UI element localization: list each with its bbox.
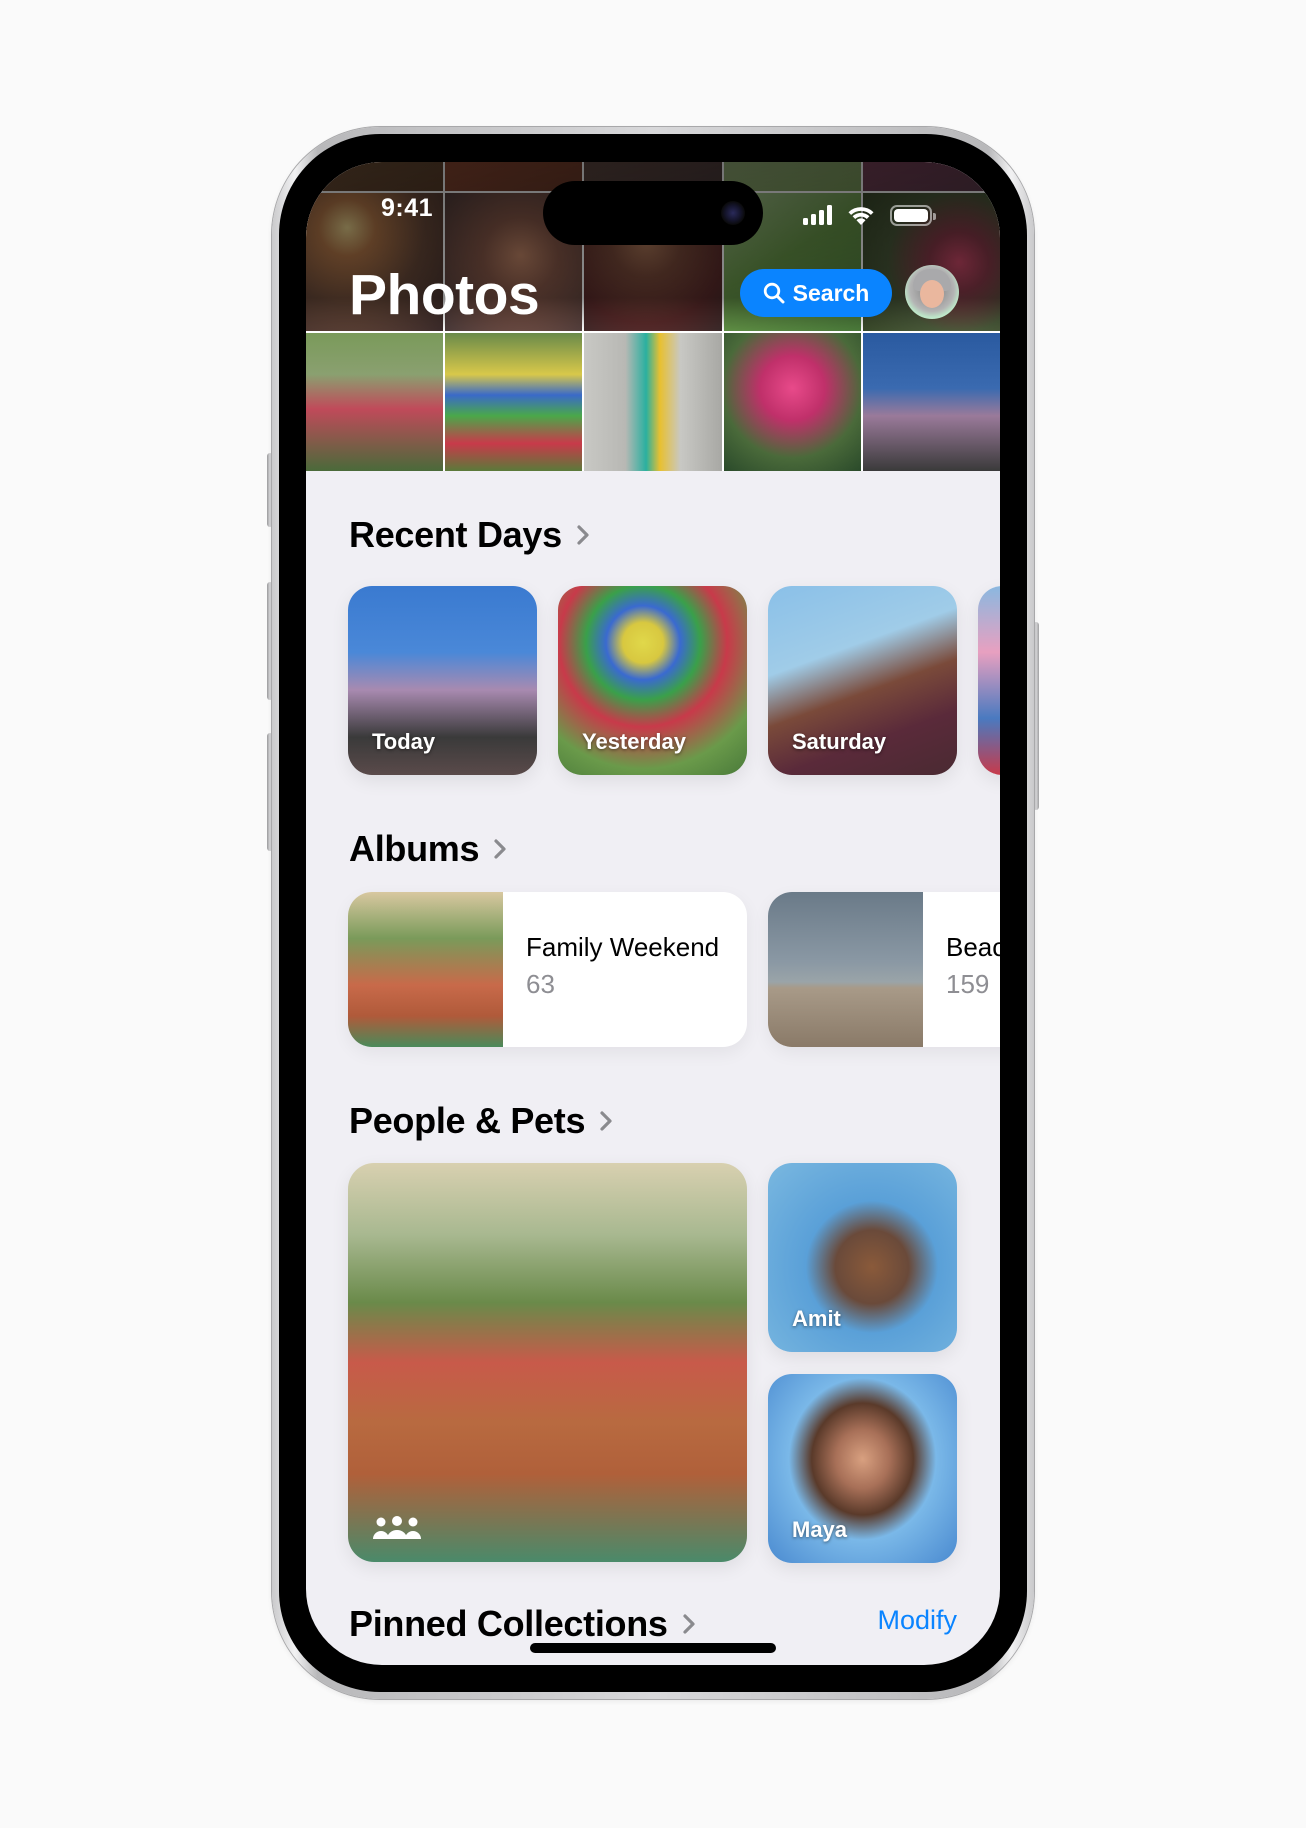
recent-day-card[interactable]: Yesterday [558, 586, 747, 775]
album-count: 159 [946, 969, 990, 999]
albums-header[interactable]: Albums [349, 828, 507, 870]
cellular-signal-icon [803, 205, 832, 225]
card-label: Today [372, 729, 436, 754]
album-thumbnail [348, 892, 503, 1047]
recent-day-card[interactable]: Today [348, 586, 537, 775]
status-icons [803, 203, 936, 227]
photo-thumbnail[interactable] [723, 333, 861, 471]
person-name: Amit [792, 1306, 841, 1331]
section-title: Albums [349, 828, 480, 869]
modify-button[interactable]: Modify [877, 1605, 957, 1636]
search-button[interactable]: Search [740, 269, 892, 317]
group-people-icon [373, 1516, 421, 1539]
battery-icon [890, 204, 936, 226]
search-label: Search [792, 279, 870, 306]
album-name: Family Weekend [526, 932, 720, 962]
status-time: 9:41 [381, 194, 434, 222]
account-avatar[interactable] [905, 265, 959, 319]
photo-thumbnail[interactable] [584, 333, 722, 471]
group-people-card[interactable] [348, 1163, 747, 1562]
album-name: Beac [946, 932, 1000, 962]
section-title: Recent Days [349, 514, 562, 555]
page-title: Photos [349, 263, 540, 327]
photos-app-screen: 9:41 Photos Search Recent Days Today Yes… [306, 162, 1000, 1665]
album-count: 63 [526, 969, 555, 999]
recent-day-card[interactable]: Saturday [768, 586, 957, 775]
album-thumbnail [768, 892, 923, 1047]
chevron-right-icon [577, 525, 589, 545]
magnifying-glass-icon [763, 282, 785, 304]
chevron-right-icon [494, 839, 506, 859]
person-card[interactable]: Maya [768, 1374, 957, 1563]
chevron-right-icon [600, 1111, 612, 1131]
card-label: Saturday [792, 729, 887, 754]
photo-thumbnail[interactable] [862, 333, 1000, 471]
person-name: Maya [792, 1517, 848, 1542]
wifi-icon [848, 207, 874, 225]
dynamic-island [543, 181, 763, 245]
people-pets-header[interactable]: People & Pets [349, 1100, 613, 1142]
card-label: Yesterday [582, 729, 686, 754]
recent-day-card[interactable] [978, 586, 1000, 775]
photo-thumbnail[interactable] [306, 333, 444, 471]
section-title: People & Pets [349, 1100, 586, 1141]
person-card[interactable]: Amit [768, 1163, 957, 1352]
section-title: Pinned Collections [349, 1603, 668, 1644]
recent-days-header[interactable]: Recent Days [349, 514, 590, 556]
avatar-face [920, 280, 944, 308]
album-card[interactable]: Family Weekend 63 [348, 892, 747, 1047]
pinned-collections-header[interactable]: Pinned Collections [349, 1603, 696, 1645]
chevron-right-icon [683, 1614, 695, 1634]
album-card[interactable]: Beac 159 [768, 892, 1000, 1047]
home-indicator[interactable] [530, 1643, 776, 1653]
photo-thumbnail[interactable] [445, 333, 583, 471]
front-camera-icon [721, 201, 745, 225]
